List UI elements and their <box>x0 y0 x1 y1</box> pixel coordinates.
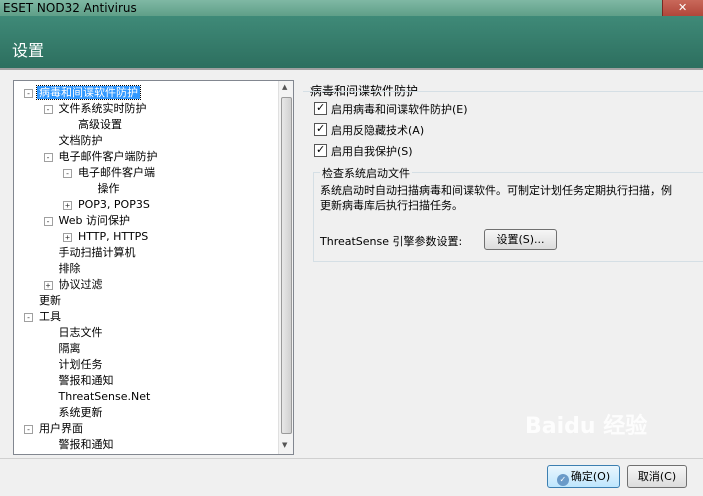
collapse-icon[interactable]: - <box>63 169 72 178</box>
scroll-up-icon[interactable]: ▲ <box>282 83 287 91</box>
tree-item-label: 手动扫描计算机 <box>58 246 136 259</box>
checkbox-icon[interactable] <box>314 142 327 158</box>
cancel-button[interactable]: 取消(C) <box>627 465 687 488</box>
tree-item-label: ThreatSense.Net <box>58 390 151 403</box>
tree-item[interactable]: - Web 访问保护 <box>43 213 132 229</box>
close-button[interactable]: ✕ <box>662 0 703 16</box>
tree-item[interactable]: - 病毒和间谍软件防护 <box>24 85 141 101</box>
collapse-icon[interactable]: - <box>43 105 53 114</box>
tree-item[interactable]: 高级设置 <box>76 117 124 133</box>
tree-item-label: 用户界面 <box>39 422 83 435</box>
page-title: 设置 <box>12 41 45 60</box>
ok-button[interactable]: ✓ 确定(O) <box>547 465 620 488</box>
description-line: 更新病毒库后执行扫描任务。 <box>320 199 463 212</box>
checkbox-label: 启用自我保护(S) <box>331 145 413 158</box>
tree-item-label: POP3, POP3S <box>78 198 150 211</box>
header-banner: 设置 <box>0 16 703 70</box>
tree-item[interactable]: ThreatSense.Net <box>57 389 153 405</box>
baidu-watermark: Baidu 经验 <box>525 414 648 439</box>
tree-item[interactable]: 计划任务 <box>57 357 105 373</box>
tree-item-label: 协议过滤 <box>58 278 103 291</box>
footer-divider <box>0 458 703 459</box>
tree-item-label: 病毒和间谍软件防护 <box>36 85 141 100</box>
tree-item-label: 电子邮件客户端 <box>78 166 155 179</box>
shield-icon: ✓ <box>556 474 569 486</box>
checkbox-icon[interactable] <box>314 100 327 116</box>
expand-icon[interactable]: + <box>63 201 72 210</box>
window-title: ESET NOD32 Antivirus <box>3 1 137 15</box>
tree-item-label: Web 访问保护 <box>58 214 130 227</box>
tree-item[interactable]: 系统更新 <box>57 405 105 421</box>
tree-item[interactable]: 日志文件 <box>57 325 105 341</box>
scroll-down-icon[interactable]: ▼ <box>282 441 287 449</box>
tree-item[interactable]: + HTTP, HTTPS <box>63 229 150 245</box>
tree-item[interactable]: 操作 <box>96 181 122 197</box>
tree-item-label: 排除 <box>58 262 81 275</box>
tree-item[interactable]: - 工具 <box>24 309 63 325</box>
tree-item-label: 日志文件 <box>58 326 103 339</box>
close-icon: ✕ <box>678 1 688 14</box>
scroll-thumb[interactable] <box>281 97 292 434</box>
tree-item[interactable]: 更新 <box>37 293 63 309</box>
checkbox-label: 启用病毒和间谍软件防护(E) <box>331 103 468 116</box>
tree-item-label: 更新 <box>39 294 61 307</box>
title-bar: ESET NOD32 Antivirus ✕ <box>0 0 703 16</box>
threatsense-settings-button[interactable]: 设置(S)... <box>484 229 557 250</box>
tree-item[interactable]: 排除 <box>57 261 83 277</box>
threatsense-label: ThreatSense 引擎参数设置: <box>320 235 463 248</box>
tree-item-label: 操作 <box>97 182 120 195</box>
expand-icon[interactable]: + <box>63 233 72 242</box>
tree-item-label: 隔离 <box>58 342 81 355</box>
tree-item[interactable]: 隔离 <box>57 341 83 357</box>
tree-item-label: 警报和通知 <box>58 438 114 451</box>
tree-item-label: 高级设置 <box>78 118 122 131</box>
tree-item-label: 文档防护 <box>58 134 103 147</box>
tree-item-label: 警报和通知 <box>58 374 114 387</box>
tree-item[interactable]: - 电子邮件客户端防护 <box>43 149 160 165</box>
group-divider <box>303 91 703 92</box>
tree-item[interactable]: 警报和通知 <box>57 437 116 453</box>
collapse-icon[interactable]: - <box>43 217 53 226</box>
checkbox-anti-stealth[interactable]: 启用反隐藏技术(A) <box>314 121 425 139</box>
tree-item[interactable]: 手动扫描计算机 <box>57 245 138 261</box>
collapse-icon[interactable]: - <box>43 153 53 162</box>
startup-scan-description: 系统启动时自动扫描病毒和间谍软件。可制定计划任务定期执行扫描，例 更新病毒库后执… <box>320 183 703 213</box>
tree-item-label: 系统更新 <box>58 406 103 419</box>
tree-item[interactable]: + POP3, POP3S <box>63 197 152 213</box>
settings-tree[interactable]: ▲ ▼ - 病毒和间谍软件防护 - 文件系统实时防护 高级设置 文档防护 - 电子邮件客户端防… <box>13 80 294 455</box>
tree-item[interactable]: - 文件系统实时防护 <box>43 101 149 117</box>
checkbox-label: 启用反隐藏技术(A) <box>331 124 425 137</box>
tree-item[interactable]: 文档防护 <box>57 133 105 149</box>
tree-item[interactable]: - 用户界面 <box>24 421 85 437</box>
tree-item-label: 文件系统实时防护 <box>58 102 147 115</box>
expand-icon[interactable]: + <box>43 281 53 290</box>
startup-scan-title: 检查系统启动文件 <box>320 165 412 181</box>
checkbox-icon[interactable] <box>314 121 327 137</box>
tree-item-label: 电子邮件客户端防护 <box>58 150 158 163</box>
tree-item[interactable]: 警报和通知 <box>57 373 116 389</box>
tree-item[interactable]: + 协议过滤 <box>43 277 105 293</box>
collapse-icon[interactable]: - <box>24 89 33 98</box>
tree-item-label: HTTP, HTTPS <box>78 230 149 243</box>
tree-item-label: 工具 <box>39 310 61 323</box>
description-line: 系统启动时自动扫描病毒和间谍软件。可制定计划任务定期执行扫描，例 <box>320 184 672 197</box>
checkbox-virus-protection[interactable]: 启用病毒和间谍软件防护(E) <box>314 100 468 118</box>
collapse-icon[interactable]: - <box>24 313 33 322</box>
tree-scrollbar[interactable]: ▲ ▼ <box>278 81 293 454</box>
collapse-icon[interactable]: - <box>24 425 33 434</box>
tree-item-label: 计划任务 <box>58 358 103 371</box>
ok-button-label: 确定(O) <box>570 470 611 483</box>
tree-item[interactable]: - 电子邮件客户端 <box>63 165 157 181</box>
checkbox-self-defense[interactable]: 启用自我保护(S) <box>314 142 413 160</box>
